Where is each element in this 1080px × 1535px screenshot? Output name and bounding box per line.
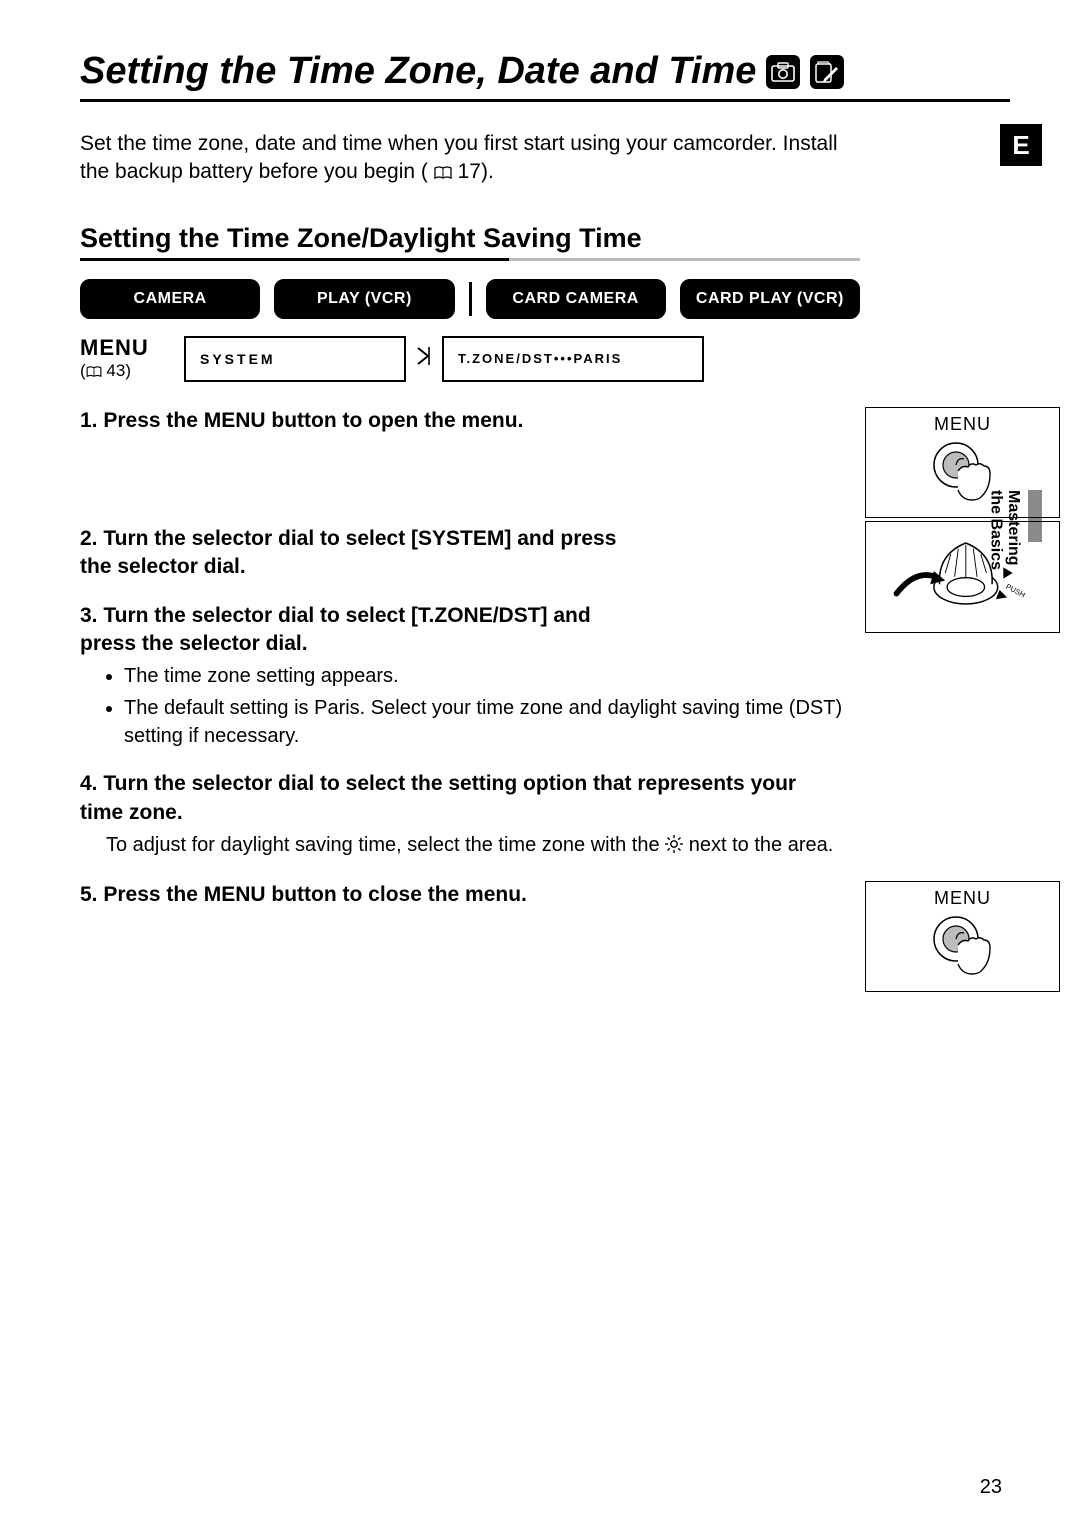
step-3-bullet-1: The time zone setting appears. xyxy=(124,662,860,690)
step-4-body: To adjust for daylight saving time, sele… xyxy=(106,831,860,861)
step-3: 3. Turn the selector dial to select [T.Z… xyxy=(80,602,860,751)
page-ref-icon xyxy=(434,160,452,188)
step-2-heading: 2. Turn the selector dial to select [SYS… xyxy=(80,525,620,582)
menu-box-tzone: T.ZONE/DST•••PARIS xyxy=(442,336,704,382)
title-rule xyxy=(80,99,1010,102)
step-2: 2. Turn the selector dial to select [SYS… xyxy=(80,525,860,582)
mode-card-camera: CARD CAMERA xyxy=(486,279,666,319)
card-camera-icon xyxy=(766,55,800,89)
step-3-bullet-2: The default setting is Paris. Select you… xyxy=(124,694,860,750)
mode-row: CAMERA PLAY (VCR) CARD CAMERA CARD PLAY … xyxy=(80,279,860,319)
section-rule xyxy=(80,258,860,261)
menu-path-row: MENU ( 43) SYSTEM T.ZONE/DST•••PARIS xyxy=(80,335,760,383)
step-1: 1. Press the MENU button to open the men… xyxy=(80,407,860,435)
page-number: 23 xyxy=(980,1476,1002,1499)
steps-list: 1. Press the MENU button to open the men… xyxy=(80,407,860,910)
card-write-icon xyxy=(810,55,844,89)
menu-box-system: SYSTEM xyxy=(184,336,406,382)
section-heading: Setting the Time Zone/Daylight Saving Ti… xyxy=(80,223,1010,254)
step-4-heading: 4. Turn the selector dial to select the … xyxy=(80,770,840,827)
step-5: 5. Press the MENU button to close the me… xyxy=(80,881,860,909)
step-1-illustration: MENU xyxy=(865,407,1060,518)
intro-text-b: ). xyxy=(481,160,494,183)
mode-separator xyxy=(469,282,472,316)
step-4-body-a: To adjust for daylight saving time, sele… xyxy=(106,834,665,856)
menu-label-text: MENU xyxy=(80,335,168,361)
page-title-text: Setting the Time Zone, Date and Time xyxy=(80,50,756,93)
illus-label-menu: MENU xyxy=(934,888,991,909)
intro-ref: 17 xyxy=(458,160,481,183)
step-3-heading: 3. Turn the selector dial to select [T.Z… xyxy=(80,602,620,659)
selector-dial-icon: PUSH xyxy=(888,528,1038,618)
language-tab: E xyxy=(1000,124,1042,166)
step-5-heading: 5. Press the MENU button to close the me… xyxy=(80,881,620,909)
mode-card-play-vcr: CARD PLAY (VCR) xyxy=(680,279,860,319)
menu-ref: 43 xyxy=(106,361,125,380)
mode-camera: CAMERA xyxy=(80,279,260,319)
step-2-illustration: PUSH xyxy=(865,521,1060,633)
menu-label: MENU ( 43) xyxy=(80,335,168,383)
illus-label-menu: MENU xyxy=(934,414,991,435)
manual-page: E Mastering the Basics Setting the Time … xyxy=(0,0,1080,1535)
svg-text:PUSH: PUSH xyxy=(1004,582,1027,600)
page-ref-icon xyxy=(86,363,102,383)
menu-arrow-icon xyxy=(416,346,432,372)
step-4: 4. Turn the selector dial to select the … xyxy=(80,770,860,861)
step-3-body: The time zone setting appears. The defau… xyxy=(106,662,860,750)
step-4-body-b: next to the area. xyxy=(689,834,834,856)
intro-paragraph: Set the time zone, date and time when yo… xyxy=(80,130,840,189)
page-title: Setting the Time Zone, Date and Time xyxy=(80,50,1010,93)
mode-play-vcr: PLAY (VCR) xyxy=(274,279,454,319)
step-1-heading: 1. Press the MENU button to open the men… xyxy=(80,407,620,435)
daylight-sun-icon xyxy=(665,833,683,861)
menu-button-press-icon xyxy=(928,913,998,977)
step-5-illustration: MENU xyxy=(865,881,1060,992)
menu-button-press-icon xyxy=(928,439,998,503)
